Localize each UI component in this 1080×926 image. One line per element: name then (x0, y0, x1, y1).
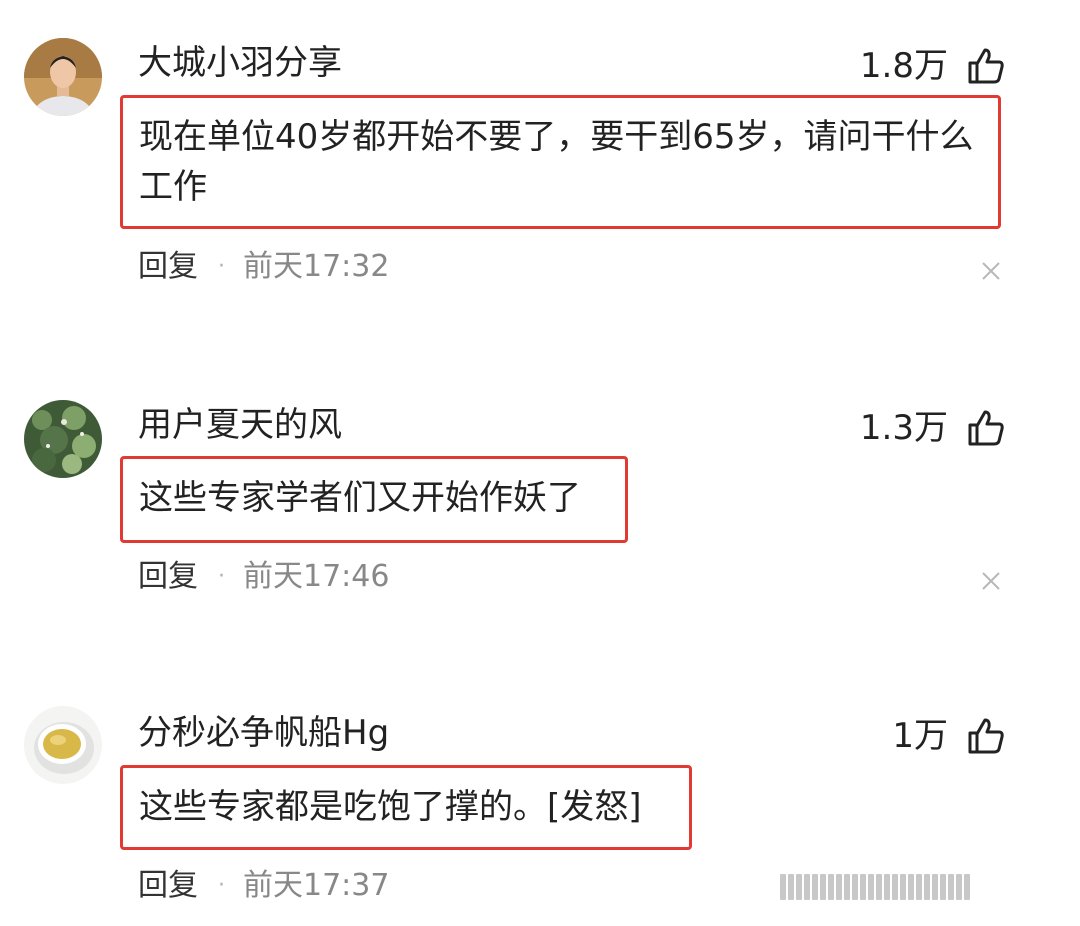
comment-meta: 回复 · 前天17:37 (138, 871, 389, 901)
comment-content: 这些专家都是吃饱了撑的。[发怒] (120, 765, 692, 850)
watermark (780, 872, 1060, 902)
separator-dot: · (218, 873, 225, 898)
username[interactable]: 分秒必争帆船Hg (138, 716, 389, 750)
thumbs-up-icon[interactable] (966, 716, 1006, 756)
timestamp: 前天17:37 (243, 868, 390, 903)
reply-button[interactable]: 回复 (138, 871, 198, 901)
like-count: 1万 (892, 716, 948, 756)
comment-item: 分秒必争帆船Hg 1万 这些专家都是吃饱了撑的。[发怒] 回复 · 前天17:3… (0, 0, 1080, 926)
like-control[interactable]: 1万 (892, 716, 1006, 756)
avatar[interactable] (24, 706, 102, 784)
comment-text: 这些专家都是吃饱了撑的。[发怒] (139, 787, 642, 827)
